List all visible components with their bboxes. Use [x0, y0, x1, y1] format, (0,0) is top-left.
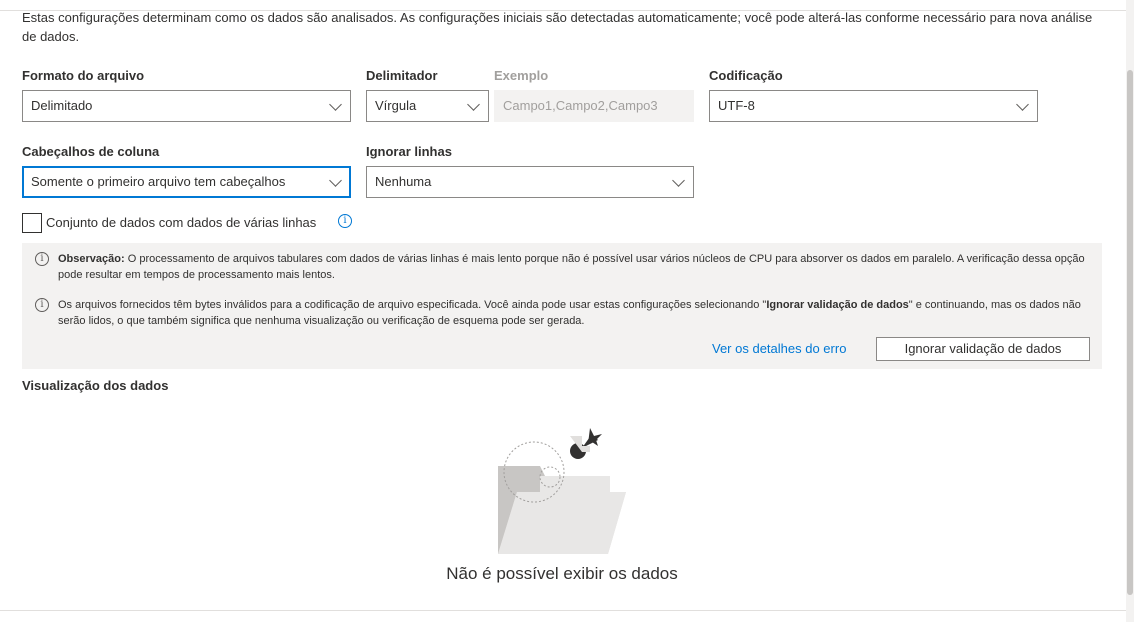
info-icon: i [35, 298, 49, 312]
example-field: Campo1,Campo2,Campo3 [494, 90, 694, 122]
skip-rows-dropdown[interactable]: Nenhuma [366, 166, 694, 198]
error-details-link[interactable]: Ver os detalhes do erro [712, 341, 846, 356]
delimiter-value: Vírgula [375, 98, 417, 113]
delimiter-dropdown[interactable]: Vírgula [366, 90, 489, 122]
column-headers-value: Somente o primeiro arquivo tem cabeçalho… [31, 174, 286, 189]
chevron-down-icon [1016, 98, 1029, 111]
encoding-value: UTF-8 [718, 98, 755, 113]
notice-panel: i Observação: O processamento de arquivo… [22, 243, 1102, 369]
multiline-checkbox[interactable] [22, 213, 42, 233]
note-prefix: Observação: [58, 253, 125, 265]
example-label: Exemplo [494, 68, 549, 83]
invalid-bytes-note: Os arquivos fornecidos têm bytes inválid… [58, 297, 1088, 329]
skip-rows-value: Nenhuma [375, 174, 432, 189]
file-format-value: Delimitado [31, 98, 93, 113]
empty-folder-illustration [498, 428, 626, 554]
column-headers-label: Cabeçalhos de coluna [22, 144, 160, 159]
info-icon: i [35, 252, 49, 266]
note2-bold-action: Ignorar validação de dados [766, 299, 909, 311]
encoding-dropdown[interactable]: UTF-8 [709, 90, 1038, 122]
chevron-down-icon [329, 98, 342, 111]
info-icon[interactable]: i [338, 214, 352, 228]
vertical-scrollbar[interactable] [1126, 0, 1134, 622]
file-format-dropdown[interactable]: Delimitado [22, 90, 351, 122]
note-text: O processamento de arquivos tabulares co… [58, 253, 1085, 281]
multiline-note: Observação: O processamento de arquivos … [58, 251, 1088, 283]
note2-text-start: Os arquivos fornecidos têm bytes inválid… [58, 299, 767, 311]
encoding-label: Codificação [709, 68, 783, 83]
chevron-down-icon [467, 98, 480, 111]
chevron-down-icon [329, 174, 342, 187]
skip-validation-button[interactable]: Ignorar validação de dados [876, 337, 1090, 361]
scrollbar-thumb[interactable] [1127, 70, 1133, 595]
skip-rows-label: Ignorar linhas [366, 144, 452, 159]
chevron-down-icon [672, 174, 685, 187]
file-format-label: Formato do arquivo [22, 68, 145, 83]
multiline-checkbox-label[interactable]: Conjunto de dados com dados de várias li… [46, 215, 316, 230]
data-preview-title: Visualização dos dados [22, 378, 169, 393]
empty-state-message: Não é possível exibir os dados [446, 564, 678, 583]
delimiter-label: Delimitador [366, 68, 438, 83]
intro-text: Estas configurações determinam como os d… [22, 10, 1093, 44]
bottom-divider [0, 610, 1126, 611]
column-headers-dropdown[interactable]: Somente o primeiro arquivo tem cabeçalho… [22, 166, 351, 198]
